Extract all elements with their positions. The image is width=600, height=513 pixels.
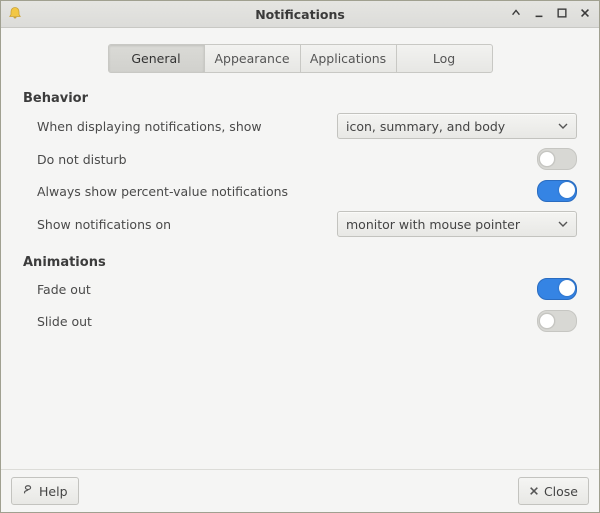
- toggle-percent-notifications[interactable]: [537, 180, 577, 202]
- close-icon: [529, 484, 539, 499]
- action-bar: Help Close: [1, 469, 599, 512]
- label-display-mode: When displaying notifications, show: [37, 119, 337, 134]
- label-do-not-disturb: Do not disturb: [37, 152, 337, 167]
- window-controls: [510, 7, 593, 21]
- section-behavior-title: Behavior: [23, 91, 577, 106]
- settings-window: Notifications General Appearance Applica…: [0, 0, 600, 513]
- window-maximize-icon[interactable]: [556, 7, 570, 21]
- label-percent-notifications: Always show percent-value notifications: [37, 184, 337, 199]
- section-animations-title: Animations: [23, 255, 577, 270]
- help-button[interactable]: Help: [11, 477, 79, 505]
- help-icon: [22, 484, 34, 499]
- chevron-down-icon: [558, 217, 568, 232]
- close-button[interactable]: Close: [518, 477, 589, 505]
- combo-show-on-monitor[interactable]: monitor with mouse pointer: [337, 211, 577, 237]
- tab-applications[interactable]: Applications: [301, 45, 397, 72]
- titlebar: Notifications: [1, 1, 599, 28]
- tab-log[interactable]: Log: [397, 45, 492, 72]
- label-slide-out: Slide out: [37, 314, 337, 329]
- window-minimize-icon[interactable]: [533, 7, 547, 21]
- combo-display-mode-value: icon, summary, and body: [346, 119, 558, 134]
- label-show-on-monitor: Show notifications on: [37, 217, 337, 232]
- toggle-do-not-disturb[interactable]: [537, 148, 577, 170]
- tab-bar: General Appearance Applications Log: [108, 44, 493, 73]
- bell-icon: [7, 6, 23, 22]
- label-fade-out: Fade out: [37, 282, 337, 297]
- window-keep-above-icon[interactable]: [510, 7, 524, 21]
- tab-general[interactable]: General: [109, 45, 205, 72]
- toggle-slide-out[interactable]: [537, 310, 577, 332]
- window-close-icon[interactable]: [579, 7, 593, 21]
- content-area: General Appearance Applications Log Beha…: [1, 28, 599, 469]
- help-button-label: Help: [39, 484, 68, 499]
- combo-show-on-monitor-value: monitor with mouse pointer: [346, 217, 558, 232]
- combo-display-mode[interactable]: icon, summary, and body: [337, 113, 577, 139]
- close-button-label: Close: [544, 484, 578, 499]
- chevron-down-icon: [558, 119, 568, 134]
- toggle-fade-out[interactable]: [537, 278, 577, 300]
- tab-appearance[interactable]: Appearance: [205, 45, 301, 72]
